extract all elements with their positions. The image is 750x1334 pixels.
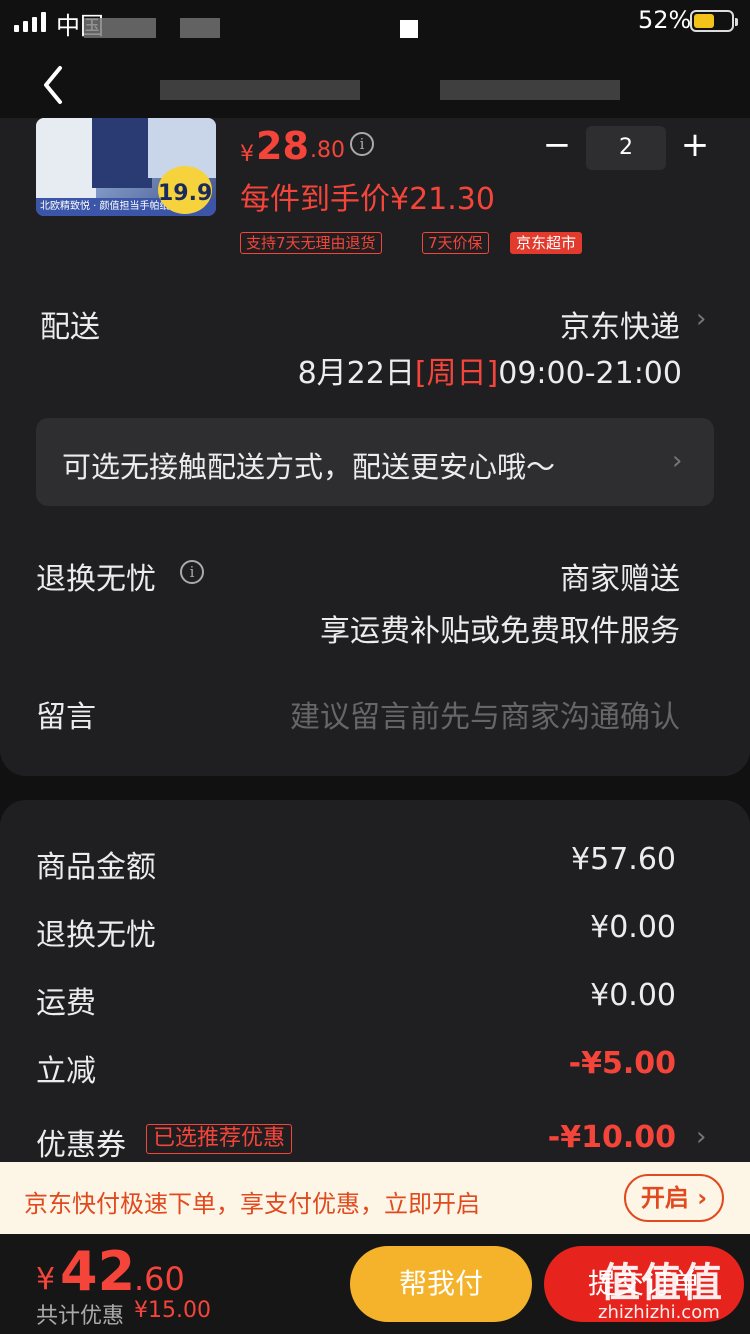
return-service-subtext: 享运费补贴或免费取件服务 (320, 614, 680, 649)
summary-label-coupon: 优惠券 (36, 1128, 126, 1163)
return-service-label: 退换无忧 (36, 562, 156, 597)
delivery-date: 8月22日 (297, 356, 415, 391)
summary-label-subtotal: 商品金额 (36, 850, 156, 885)
chevron-right-icon[interactable]: › (696, 1122, 706, 1152)
price-integer: 28 (256, 124, 309, 168)
summary-label-return: 退换无忧 (36, 918, 156, 953)
jd-supermarket-tag: 京东超市 (510, 232, 583, 254)
redacted-block (84, 18, 156, 38)
summary-value-discount: -¥5.00 (568, 1046, 676, 1081)
quick-pay-enable-button[interactable]: 开启 › (624, 1174, 724, 1222)
redacted-block (400, 20, 418, 38)
battery-percent: 52% (638, 6, 692, 34)
chevron-right-icon[interactable]: › (672, 446, 682, 476)
quantity-decrease-button[interactable]: − (540, 128, 574, 162)
thumbnail-price-badge: 19.9 (158, 166, 212, 214)
watermark-logo: 值值值 (600, 1260, 723, 1306)
delivery-time[interactable]: 8月22日[周日]09:00-21:00 (298, 348, 682, 392)
redacted-title (160, 80, 360, 100)
message-label: 留言 (36, 700, 96, 735)
back-icon[interactable] (36, 60, 76, 110)
total-symbol: ¥ (36, 1262, 56, 1297)
coupon-tag: 已选推荐优惠 (146, 1124, 293, 1154)
delivery-timeslot: 09:00-21:00 (498, 356, 682, 391)
summary-value-return: ¥0.00 (590, 910, 676, 945)
price-protect-tag: 7天价保 (422, 232, 489, 254)
summary-value-shipping: ¥0.00 (590, 978, 676, 1013)
redacted-title (440, 80, 620, 100)
summary-value-subtotal: ¥57.60 (571, 842, 676, 877)
quantity-increase-button[interactable]: + (678, 128, 712, 162)
summary-label-discount: 立减 (36, 1054, 96, 1089)
message-input[interactable]: 建议留言前先与商家沟通确认 (290, 692, 680, 736)
delivery-carrier[interactable]: 京东快递 (560, 302, 680, 346)
total-saving-value: ¥15.00 (134, 1298, 211, 1323)
watermark-url: zhizhizhi.com (598, 1302, 720, 1323)
price-info-icon[interactable]: i (350, 132, 374, 156)
delivery-label: 配送 (40, 310, 100, 345)
product-thumbnail[interactable]: 北欧精致悦 · 颜值担当手帕纸 19.9 (36, 118, 216, 216)
unit-price: 每件到手价¥21.30 (240, 182, 495, 217)
chevron-right-icon[interactable]: › (696, 304, 706, 334)
quick-pay-text: 京东快付极速下单，享支付优惠，立即开启 (24, 1190, 480, 1218)
pay-for-me-button[interactable]: 帮我付 (350, 1246, 532, 1322)
contactless-text: 可选无接触配送方式，配送更安心哦～ (62, 450, 556, 484)
total-integer: 42 (60, 1240, 136, 1303)
price-decimal: .80 (310, 138, 345, 163)
total-decimal: .60 (134, 1260, 185, 1298)
total-saving-label: 共计优惠 (36, 1304, 125, 1329)
price-symbol: ¥ (240, 142, 254, 167)
signal-icon (14, 12, 48, 32)
battery-icon (690, 10, 738, 32)
quantity-input[interactable]: 2 (586, 126, 666, 170)
delivery-weekday: [周日] (414, 356, 499, 391)
return-service-value: 商家赠送 (560, 562, 680, 597)
summary-value-coupon[interactable]: -¥10.00 (548, 1120, 676, 1155)
return-policy-tag: 支持7天无理由退货 (240, 232, 382, 254)
summary-label-shipping: 运费 (36, 986, 96, 1021)
redacted-block (180, 18, 220, 38)
return-service-info-icon[interactable]: i (180, 560, 204, 584)
